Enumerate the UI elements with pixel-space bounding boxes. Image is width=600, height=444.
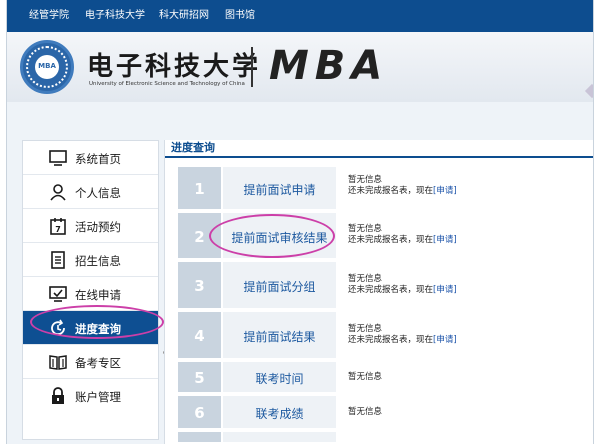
svg-text:7: 7 [55,225,61,234]
calendar-icon: 7 [50,218,66,235]
status-note: 还未完成报名表，现在 [348,285,434,295]
panel-title: 进度查询 [171,141,215,154]
status-text: 暂无信息 [348,175,383,185]
sidebar-item-label: 活动预约 [75,220,121,234]
highlight-oval-sidebar [30,305,164,339]
progress-row: 4 提前面试结果 暂无信息 还未完成报名表，现在[申请] [178,312,582,360]
sidebar-item-home[interactable]: 系统首页 [23,141,158,175]
apply-link[interactable]: [申请] [433,235,457,245]
sidebar-item-label: 账户管理 [75,390,121,404]
apply-link[interactable]: [申请] [433,335,457,345]
header-gap [7,102,593,130]
highlight-oval-stage [209,214,335,258]
apply-link[interactable]: [申请] [433,285,457,295]
step-number: 4 [194,327,205,345]
progress-row: 3 提前面试分组 暂无信息 还未完成报名表，现在[申请] [178,262,582,310]
sidebar-item-events[interactable]: 7 活动预约 [23,209,158,243]
monitor-icon [49,150,67,166]
status-text: 暂无信息 [348,407,383,417]
top-nav-bar: 经管学院 电子科技大学 科大研招网 图书馆 [7,0,593,32]
progress-row-partial [178,432,582,444]
progress-row: 5 联考时间 暂无信息 [178,362,582,394]
stage-name: 联考时间 [255,372,304,386]
progress-row: 1 提前面试申请 暂无信息 还未完成报名表，现在[申请] [178,167,582,211]
panel-title-underline [165,156,593,158]
sidebar-item-admissions-info[interactable]: 招生信息 [23,243,158,277]
site-header: MBA 电子科技大学 University of Electronic Scie… [7,32,593,102]
status-text: 暂无信息 [348,274,383,284]
step-number: 6 [194,404,205,422]
header-divider [251,47,253,87]
sidebar-menu: 系统首页 个人信息 7 活动预约 招生信息 在线申请 进度查询 备考专区 账户管… [22,140,159,440]
diamond-icon [584,83,593,99]
status-text: 暂无信息 [348,324,383,334]
step-number: 5 [194,369,205,387]
lock-icon [52,387,64,404]
sidebar-item-label: 备考专区 [75,356,121,370]
status-info: 暂无信息 还未完成报名表，现在[申请] [348,324,578,346]
status-text: 暂无信息 [348,372,383,382]
stage-name: 提前面试结果 [243,330,316,344]
progress-panel: 进度查询 1 提前面试申请 暂无信息 还未完成报名表，现在[申请] 2 提前面试… [164,140,593,444]
logo-text: MBA [38,62,56,70]
sidebar-item-account[interactable]: 账户管理 [23,379,158,413]
sidebar-item-profile[interactable]: 个人信息 [23,175,158,209]
sidebar-item-exam-prep[interactable]: 备考专区 [23,345,158,379]
top-nav-link-school[interactable]: 经管学院 [29,10,69,22]
university-logo-icon: MBA [20,40,74,94]
stage-name: 提前面试分组 [243,280,316,294]
status-info: 暂无信息 [348,407,578,418]
status-note: 还未完成报名表，现在 [348,186,434,196]
sidebar-item-label: 个人信息 [75,186,121,200]
status-text: 暂无信息 [348,224,383,234]
university-name-cn: 电子科技大学 [87,52,262,82]
university-name-en: University of Electronic Science and Tec… [89,81,245,87]
user-icon [50,184,66,201]
program-logo: MBA [269,43,389,89]
status-info: 暂无信息 [348,372,578,383]
progress-row: 6 联考成绩 暂无信息 [178,396,582,430]
top-nav-link-library[interactable]: 图书馆 [225,10,255,22]
apply-link[interactable]: [申请] [433,186,457,196]
sidebar-item-label: 系统首页 [75,152,121,166]
status-info: 暂无信息 还未完成报名表，现在[申请] [348,224,578,246]
status-note: 还未完成报名表，现在 [348,335,434,345]
document-icon [51,251,65,269]
screen-check-icon [49,286,67,302]
status-info: 暂无信息 还未完成报名表，现在[申请] [348,175,578,197]
status-info: 暂无信息 还未完成报名表，现在[申请] [348,274,578,296]
step-number: 1 [194,180,205,198]
book-icon [49,355,67,370]
top-nav-link-university[interactable]: 电子科技大学 [85,10,145,22]
stage-name: 提前面试申请 [243,183,316,197]
top-nav-link-admissions[interactable]: 科大研招网 [159,10,209,22]
app-frame: 经管学院 电子科技大学 科大研招网 图书馆 MBA 电子科技大学 Univers… [6,0,594,444]
status-note: 还未完成报名表，现在 [348,235,434,245]
stage-name: 联考成绩 [255,407,304,421]
step-number: 3 [194,277,205,295]
sidebar-item-label: 在线申请 [75,288,121,302]
sidebar-item-label: 招生信息 [75,254,121,268]
